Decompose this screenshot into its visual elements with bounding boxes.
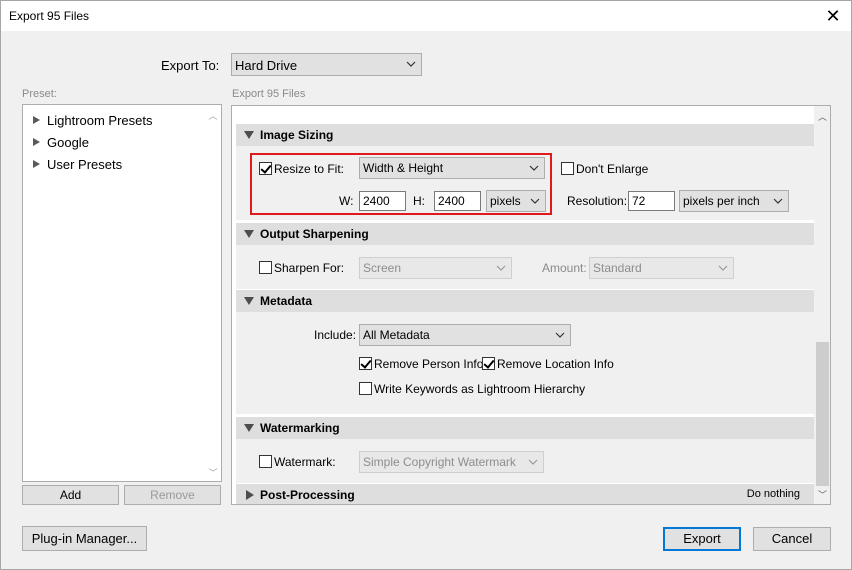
collapse-arrow-icon <box>244 297 254 305</box>
watermark-label: Watermark: <box>274 455 336 469</box>
title-bar: Export 95 Files ✕ <box>1 1 851 31</box>
width-input[interactable]: 2400 <box>359 191 406 211</box>
expand-arrow-icon <box>33 138 40 146</box>
chevron-down-icon <box>773 198 783 204</box>
metadata-header[interactable]: Metadata <box>236 290 814 312</box>
chevron-down-icon <box>718 265 728 271</box>
remove-person-info-label: Remove Person Info <box>374 357 484 371</box>
export-to-select[interactable]: Hard Drive <box>231 53 422 76</box>
settings-heading: Export 95 Files <box>232 88 306 100</box>
sharpen-for-select[interactable]: Screen <box>359 257 512 279</box>
preset-list: Lightroom Presets Google User Presets ︿ … <box>22 104 222 482</box>
collapse-arrow-icon <box>244 131 254 139</box>
write-keywords-label: Write Keywords as Lightroom Hierarchy <box>374 382 586 396</box>
expand-arrow-icon <box>33 116 40 124</box>
write-keywords-checkbox[interactable] <box>359 382 372 395</box>
chevron-down-icon <box>555 332 565 338</box>
preset-item-user[interactable]: User Presets <box>33 157 122 172</box>
chevron-down-icon <box>528 459 538 465</box>
sharpen-for-label: Sharpen For: <box>274 261 345 275</box>
cancel-button[interactable]: Cancel <box>753 527 831 551</box>
preset-label: Preset: <box>22 88 57 100</box>
height-label: H: <box>413 194 425 208</box>
close-icon[interactable]: ✕ <box>821 4 845 28</box>
output-sharpening-header[interactable]: Output Sharpening <box>236 223 814 245</box>
resize-to-fit-checkbox[interactable] <box>259 162 272 175</box>
collapse-arrow-icon <box>244 424 254 432</box>
chevron-down-icon <box>406 61 416 67</box>
post-processing-header[interactable]: Post-Processing Do nothing <box>236 484 814 504</box>
watermarking-header[interactable]: Watermarking <box>236 417 814 439</box>
resolution-input[interactable]: 72 <box>628 191 675 211</box>
chevron-down-icon <box>530 198 540 204</box>
scroll-up-icon[interactable]: ︿ <box>208 112 218 121</box>
watermark-select[interactable]: Simple Copyright Watermark <box>359 451 544 473</box>
preset-item-google[interactable]: Google <box>33 135 89 150</box>
expand-arrow-icon <box>246 490 254 500</box>
remove-preset-button[interactable]: Remove <box>124 485 221 505</box>
export-dialog: Export 95 Files ✕ Export To: Hard Drive … <box>0 0 852 570</box>
sharpen-for-checkbox[interactable] <box>259 261 272 274</box>
export-settings-panel: Image Sizing Resize to Fit: Width & Heig… <box>231 105 831 505</box>
amount-label: Amount: <box>542 261 587 275</box>
dont-enlarge-checkbox[interactable] <box>561 162 574 175</box>
remove-person-info-checkbox[interactable] <box>359 357 372 370</box>
remove-location-info-label: Remove Location Info <box>497 357 614 371</box>
window-title: Export 95 Files <box>9 9 90 23</box>
size-unit-select[interactable]: pixels <box>486 190 546 212</box>
collapse-arrow-icon <box>244 230 254 238</box>
image-sizing-header[interactable]: Image Sizing <box>236 124 814 146</box>
post-processing-status: Do nothing <box>746 488 800 500</box>
chevron-down-icon <box>529 165 539 171</box>
scroll-down-icon[interactable]: ﹀ <box>817 490 828 500</box>
plugin-manager-button[interactable]: Plug-in Manager... <box>22 526 147 551</box>
watermark-checkbox[interactable] <box>259 455 272 468</box>
amount-select[interactable]: Standard <box>589 257 734 279</box>
height-input[interactable]: 2400 <box>434 191 481 211</box>
width-label: W: <box>339 194 354 208</box>
dont-enlarge-label: Don't Enlarge <box>576 162 649 176</box>
resolution-unit-select[interactable]: pixels per inch <box>679 190 789 212</box>
chevron-down-icon <box>496 265 506 271</box>
remove-location-info-checkbox[interactable] <box>482 357 495 370</box>
include-label: Include: <box>314 328 357 342</box>
expand-arrow-icon <box>33 160 40 168</box>
scrollbar-thumb[interactable] <box>816 342 829 486</box>
settings-scrollbar[interactable]: ︿ ﹀ <box>814 106 830 504</box>
resize-mode-select[interactable]: Width & Height <box>359 157 545 179</box>
scroll-up-icon[interactable]: ︿ <box>817 112 828 122</box>
scroll-down-icon[interactable]: ﹀ <box>208 469 218 478</box>
export-button[interactable]: Export <box>663 527 741 551</box>
resize-to-fit-label: Resize to Fit: <box>274 162 345 176</box>
include-select[interactable]: All Metadata <box>359 324 571 346</box>
add-preset-button[interactable]: Add <box>22 485 119 505</box>
resolution-label: Resolution: <box>567 194 628 208</box>
preset-item-lightroom[interactable]: Lightroom Presets <box>33 113 153 128</box>
export-to-label: Export To: <box>161 58 220 73</box>
